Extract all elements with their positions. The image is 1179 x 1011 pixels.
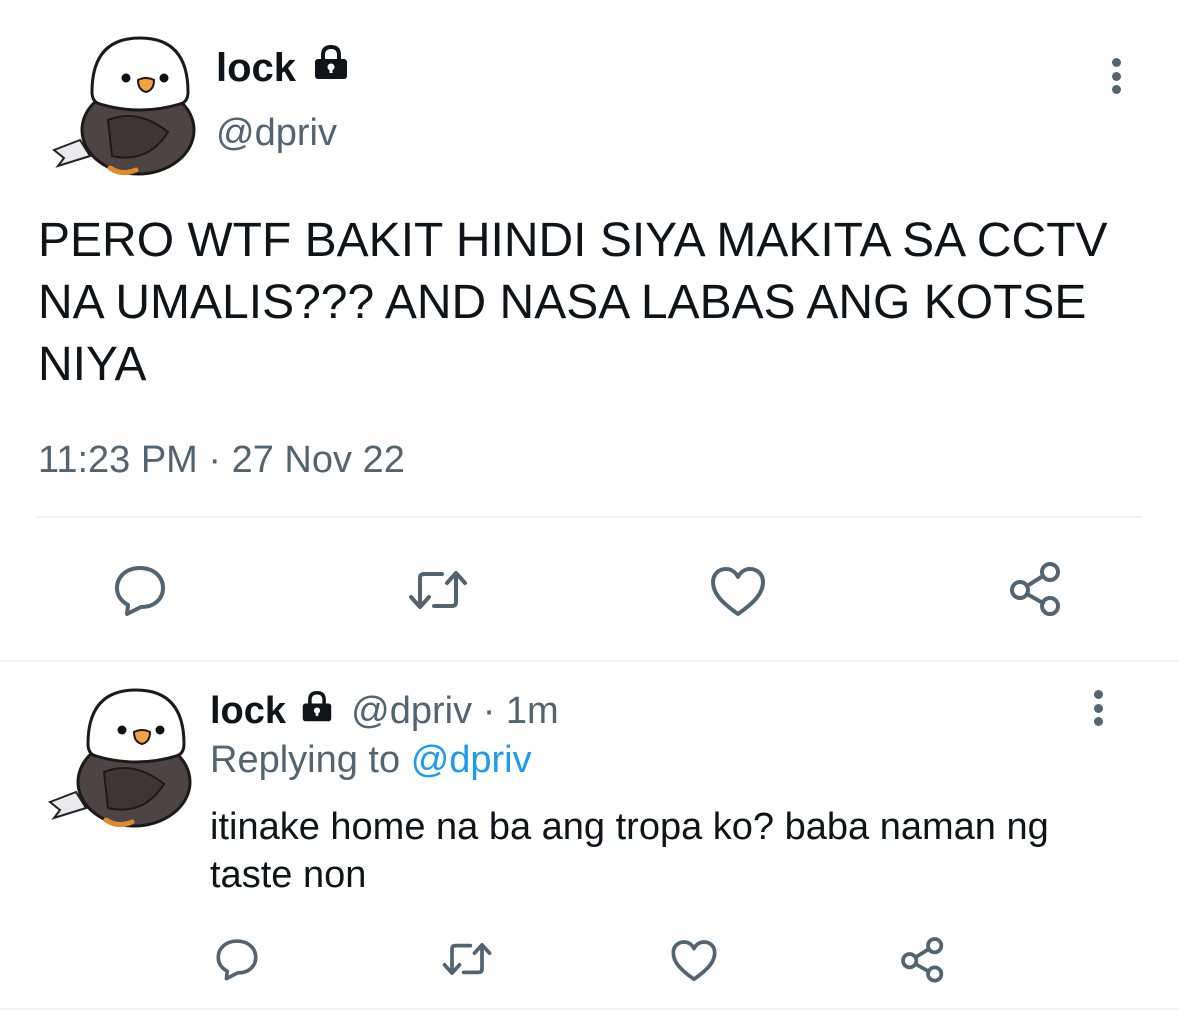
reply-icon: [115, 566, 165, 616]
share-icon: [901, 937, 944, 983]
retweet-button[interactable]: [406, 558, 470, 622]
separator: ·: [482, 690, 496, 732]
reply-button[interactable]: [212, 934, 262, 984]
author-handle[interactable]: @dpriv: [216, 110, 337, 156]
share-button[interactable]: [1004, 556, 1068, 620]
more-options-button[interactable]: [1106, 58, 1126, 94]
retweet-icon: [442, 942, 492, 976]
replying-to: Replying to @dpriv: [210, 737, 532, 783]
like-icon: [671, 940, 717, 982]
reply-age[interactable]: 1m: [506, 690, 559, 732]
like-button[interactable]: [706, 560, 770, 624]
divider: [36, 516, 1142, 518]
divider: [0, 660, 1179, 662]
replying-to-handle[interactable]: @dpriv: [411, 739, 532, 781]
retweet-icon: [409, 571, 467, 609]
reply-header: lock @dpriv · 1m: [210, 688, 559, 734]
author-name[interactable]: lock: [210, 690, 286, 732]
like-icon: [711, 567, 765, 616]
divider: [0, 1008, 1179, 1010]
reply-button[interactable]: [108, 558, 172, 622]
author-handle[interactable]: @dpriv: [351, 690, 472, 732]
retweet-button[interactable]: [440, 934, 494, 984]
author-row: lock: [216, 44, 351, 92]
lock-icon: [315, 45, 348, 79]
lock-icon: [302, 691, 331, 722]
reply-icon: [216, 939, 258, 981]
share-button[interactable]: [896, 932, 950, 986]
more-options-button[interactable]: [1088, 690, 1108, 726]
share-icon: [1010, 562, 1060, 616]
like-button[interactable]: [668, 936, 720, 986]
reply-text: itinake home na ba ang tropa ko? baba na…: [210, 806, 1049, 896]
avatar[interactable]: [50, 28, 200, 178]
tweet-text: PERO WTF BAKIT HINDI SIYA MAKITA SA CCTV…: [38, 214, 1108, 391]
author-name[interactable]: lock: [216, 46, 296, 90]
replying-to-label: Replying to: [210, 739, 401, 781]
tweet-timestamp[interactable]: 11:23 PM · 27 Nov 22: [38, 436, 405, 484]
avatar[interactable]: [46, 680, 196, 830]
